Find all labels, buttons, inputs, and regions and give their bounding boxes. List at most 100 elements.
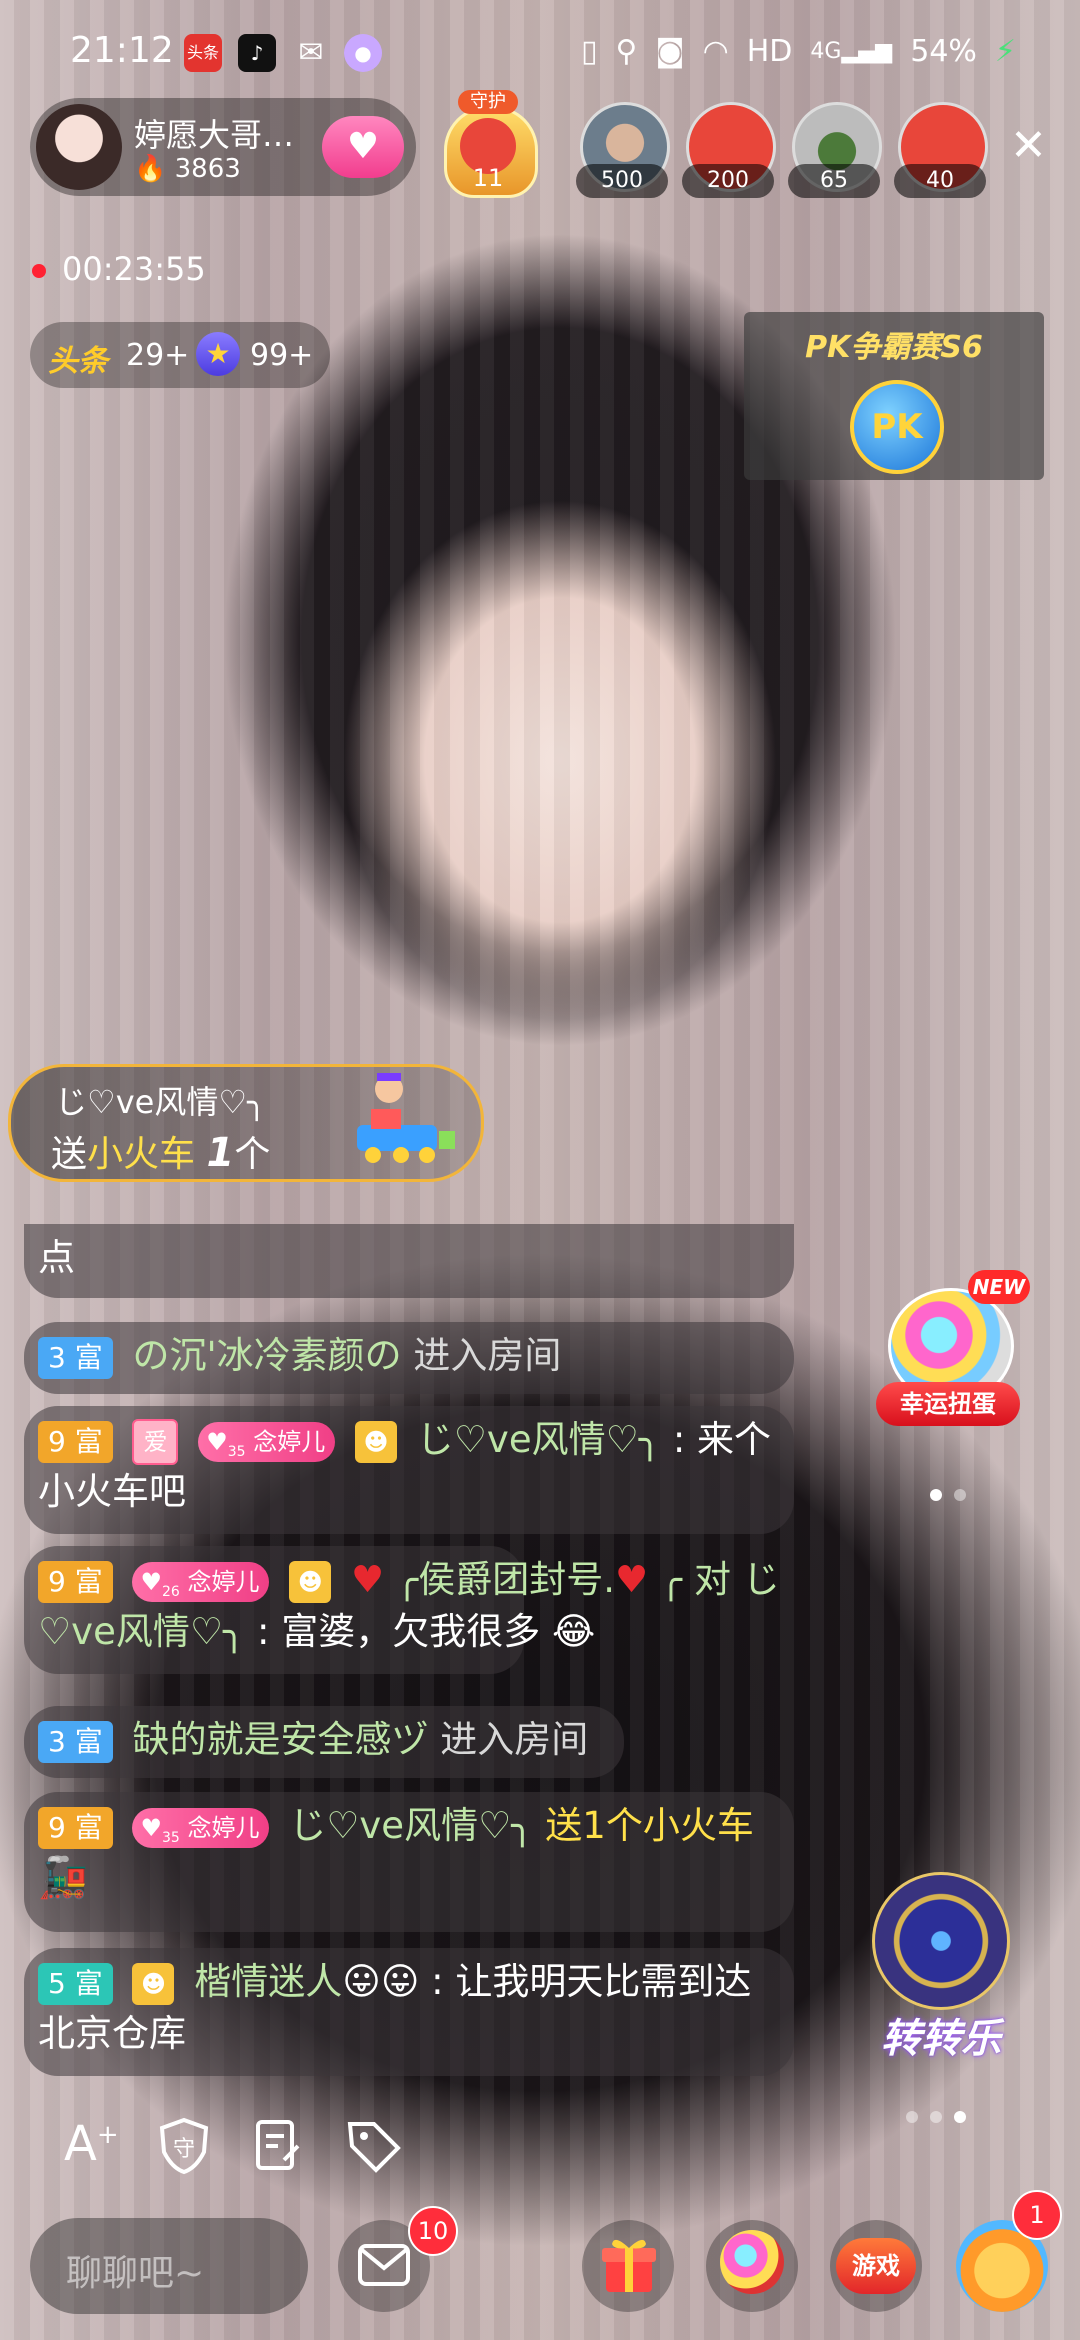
games-label: 游戏	[836, 2238, 916, 2294]
close-icon[interactable]: ✕	[1010, 124, 1047, 168]
mascot-notification-count: 1	[1012, 2190, 1062, 2240]
spin-wheel-widget[interactable]: 转转乐	[856, 1856, 1026, 2066]
fire-icon: 🔥	[134, 154, 167, 184]
chat-message: 5 富 ☻ 楷情迷人😛😛 : 让我明天比需到达北京仓库	[24, 1948, 794, 2076]
document-edit-icon	[256, 2120, 300, 2170]
status-time: 21:12	[70, 30, 174, 71]
toutiao-rank-icon: 头条	[48, 344, 108, 379]
capsule-game-button[interactable]	[706, 2220, 798, 2312]
live-timer: 00:23:55	[26, 250, 206, 288]
chat-input-placeholder: 聊聊吧~	[66, 2253, 205, 2294]
pk-panel[interactable]: PK争霸赛S6 PK	[744, 312, 1044, 480]
guard-user-icon: ☻	[132, 1962, 175, 2005]
viewer-contribution: 200	[682, 164, 774, 198]
laughing-emoji-icon: 😂	[552, 1610, 596, 1653]
edit-document-button[interactable]	[250, 2116, 310, 2176]
unread-message-count: 10	[408, 2206, 458, 2256]
spin-label: 转转乐	[881, 2016, 1001, 2062]
status-right: ▯ ⚲ ◙ ◠ HD 4G▂▄▆ 54% ⚡	[581, 34, 1016, 69]
fan-heart-icon: ♥	[140, 1813, 162, 1842]
vibrate-icon: ▯	[580, 34, 598, 69]
follow-button[interactable]: ♥	[322, 116, 404, 178]
wealth-level-badge: 9 富	[38, 1420, 113, 1463]
mascot-avatar-button[interactable]: 1	[956, 2190, 1062, 2312]
host-card[interactable]: 婷愿大哥… 🔥 3863 ♥	[30, 98, 416, 196]
red-heart-icon: ♥	[351, 1558, 385, 1601]
fan-club-badge: ♥26 念婷儿	[132, 1561, 270, 1602]
top-viewer-1[interactable]: 500	[576, 102, 670, 200]
fan-club-badge: ♥35 念婷儿	[198, 1421, 336, 1462]
widget-pager-dots	[924, 1486, 972, 1505]
chat-username[interactable]: 缺的就是安全感ヅ	[132, 1718, 428, 1761]
viewer-contribution: 500	[576, 164, 668, 198]
chat-input[interactable]: 聊聊吧~	[30, 2218, 308, 2314]
signal-icon: 4G▂▄▆	[810, 39, 893, 64]
pk-button[interactable]: PK	[850, 380, 944, 474]
fan-club-badge: ♥35 念婷儿	[132, 1807, 270, 1848]
gift-box-icon	[602, 2239, 656, 2292]
battery-level: 54%	[910, 34, 977, 69]
chat-username[interactable]: の沉'冰冷素颜の	[132, 1334, 401, 1377]
font-size-icon[interactable]: A+	[64, 2116, 124, 2176]
games-button[interactable]: 游戏	[830, 2220, 922, 2312]
app-notification-icon: ●	[344, 34, 382, 72]
top-viewer-2[interactable]: 200	[682, 102, 776, 200]
tag-button[interactable]	[344, 2116, 404, 2176]
tag-icon	[347, 2122, 401, 2173]
spin-orb-icon	[872, 1872, 1010, 2010]
chat-message: 9 富 ♥35 念婷儿 じ♡ve风情♡╮ 送1个小火车 🚂	[24, 1792, 794, 1932]
wealth-level-badge: 5 富	[38, 1962, 113, 2005]
new-badge: NEW	[968, 1270, 1030, 1304]
wealth-level-badge: 9 富	[38, 1560, 113, 1603]
wealth-level-badge: 3 富	[38, 1720, 113, 1763]
guard-label: 守护	[458, 90, 518, 114]
live-dot-icon	[32, 264, 46, 278]
chat-username[interactable]: 楷情迷人	[194, 1960, 342, 2003]
mic-icon: ⚲	[615, 34, 638, 69]
red-heart-icon: ♥	[614, 1558, 649, 1601]
network-type: HD	[746, 34, 793, 69]
fan-heart-icon: ♥	[140, 1567, 162, 1596]
gift-button[interactable]	[582, 2220, 674, 2312]
chat-username[interactable]: ╭侯爵团封号.	[396, 1558, 615, 1601]
wechat-icon: ✉	[298, 35, 324, 70]
gift-train-icon: 🚂	[38, 1855, 88, 1901]
messages-button[interactable]: 10	[338, 2206, 458, 2312]
chat-message: 3 富 缺的就是安全感ヅ 进入房间	[24, 1706, 624, 1778]
host-avatar[interactable]	[36, 104, 122, 190]
pk-title: PK争霸赛S6	[805, 330, 983, 365]
lucky-capsule-widget[interactable]: 幸运扭蛋 NEW	[876, 1270, 1030, 1430]
star-rank-value: 99+	[250, 338, 314, 373]
guard-user-icon: ☻	[355, 1420, 397, 1463]
gift-message: 送小火车 1个	[51, 1130, 271, 1176]
love-badge-icon: 爱	[132, 1418, 179, 1465]
capsule-label: 幸运扭蛋	[876, 1382, 1020, 1426]
rank-badges[interactable]: 头条 29+ ★ 99+	[30, 322, 330, 388]
host-name: 婷愿大哥…	[134, 116, 295, 154]
toutiao-app-icon: 头条	[184, 34, 222, 72]
wifi-icon: ◠	[702, 34, 729, 69]
guard-shield-button[interactable]: 守	[156, 2116, 216, 2176]
widget-pager-dots	[900, 2108, 972, 2127]
status-bar: 21:12 头条 ♪ ✉ ● ▯ ⚲ ◙ ◠ HD 4G▂▄▆ 54% ⚡	[0, 0, 1080, 100]
gift-sender: じ♡ve风情♡╮	[55, 1083, 267, 1121]
fan-heart-icon: ♥	[206, 1427, 228, 1456]
chat-username[interactable]: じ♡ve风情♡╮	[417, 1418, 661, 1461]
top-viewer-3[interactable]: 65	[788, 102, 882, 200]
chat-message: 9 富 爱 ♥35 念婷儿 ☻ じ♡ve风情♡╮ : 来个小火车吧	[24, 1406, 794, 1534]
heart-wings-icon: ♥	[346, 126, 380, 167]
host-hot-count: 🔥 3863	[134, 154, 241, 184]
guard-badge[interactable]: 守护 11	[436, 90, 540, 198]
wealth-level-badge: 3 富	[38, 1336, 113, 1379]
top-viewer-4[interactable]: 40	[894, 102, 988, 200]
shield-icon: 守	[159, 2117, 209, 2175]
viewer-contribution: 40	[894, 164, 986, 198]
camera-icon: ◙	[655, 34, 685, 69]
chat-username[interactable]: じ♡ve风情♡╮	[289, 1804, 533, 1847]
tiktok-icon: ♪	[238, 34, 276, 72]
toutiao-rank-value: 29+	[126, 338, 190, 373]
chat-message: 3 富 の沉'冰冷素颜の 进入房间	[24, 1322, 794, 1394]
mail-icon	[358, 2244, 410, 2286]
svg-text:守: 守	[173, 2137, 195, 2162]
toy-train-icon	[357, 1073, 455, 1163]
